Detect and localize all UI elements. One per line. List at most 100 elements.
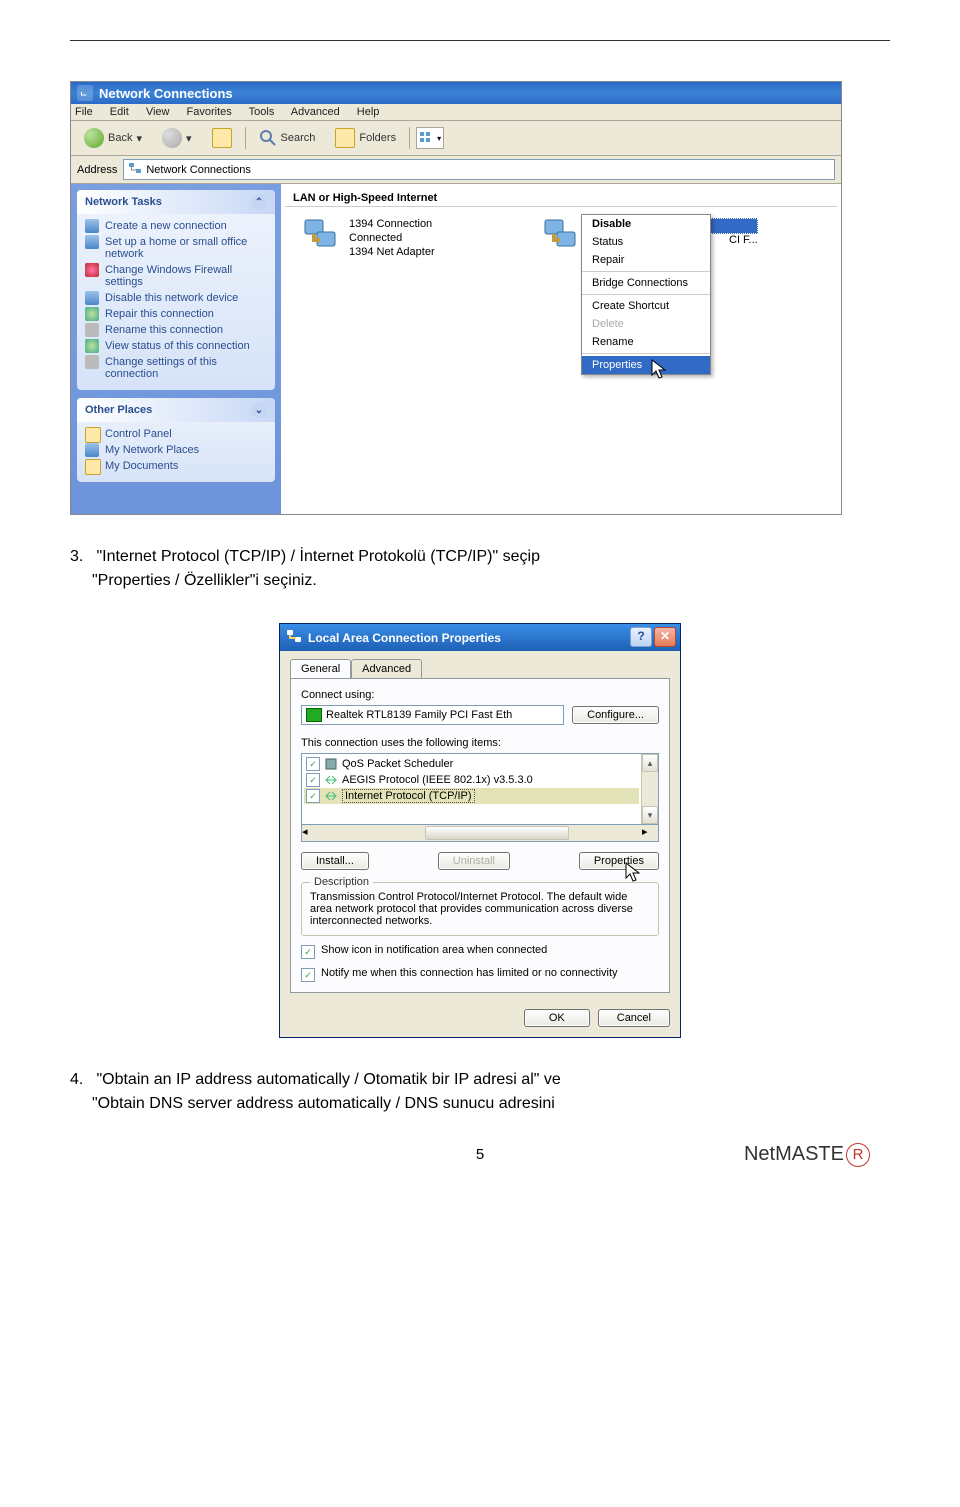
panel-title: Network Tasks xyxy=(85,196,162,208)
menu-favorites[interactable]: Favorites xyxy=(187,106,232,118)
tab-advanced[interactable]: Advanced xyxy=(351,659,422,678)
scroll-left-icon[interactable]: ◂ xyxy=(302,825,318,841)
list-item[interactable]: ✓ AEGIS Protocol (IEEE 802.1x) v3.5.3.0 xyxy=(304,772,639,788)
ok-button[interactable]: OK xyxy=(524,1009,590,1027)
folders-button[interactable]: Folders xyxy=(328,125,403,151)
task-create[interactable]: Create a new connection xyxy=(85,218,267,234)
settings-icon xyxy=(85,355,99,369)
link-control-panel[interactable]: Control Panel xyxy=(85,426,267,442)
collapse-icon[interactable]: ⌃ xyxy=(251,194,267,210)
network-places-icon xyxy=(85,443,99,457)
cancel-button[interactable]: Cancel xyxy=(598,1009,670,1027)
firewall-icon xyxy=(85,263,99,277)
properties-button[interactable]: Properties xyxy=(579,852,659,870)
vertical-scrollbar[interactable]: ▴ ▾ xyxy=(641,754,658,824)
window-title: Network Connections xyxy=(99,86,233,101)
network-folder-icon xyxy=(128,161,142,178)
up-button[interactable] xyxy=(205,125,239,151)
list-item-label: AEGIS Protocol (IEEE 802.1x) v3.5.3.0 xyxy=(342,774,533,786)
list-item-selected[interactable]: ✓ Internet Protocol (TCP/IP) xyxy=(304,788,639,804)
menu-shortcut[interactable]: Create Shortcut xyxy=(582,297,710,315)
scroll-thumb[interactable] xyxy=(425,826,569,840)
list-item[interactable]: ✓ QoS Packet Scheduler xyxy=(304,756,639,772)
scroll-right-icon[interactable]: ▸ xyxy=(642,825,658,841)
instruction-step-4: 4. "Obtain an IP address automatically /… xyxy=(70,1068,890,1116)
menu-tools[interactable]: Tools xyxy=(249,106,275,118)
uses-label: This connection uses the following items… xyxy=(301,737,659,749)
menu-rename[interactable]: Rename xyxy=(582,333,710,351)
views-button[interactable]: ▾ xyxy=(416,127,444,149)
list-item-label: QoS Packet Scheduler xyxy=(342,758,453,770)
tab-content: Connect using: Realtek RTL8139 Family PC… xyxy=(290,678,670,993)
task-firewall[interactable]: Change Windows Firewall settings xyxy=(85,262,267,290)
search-icon xyxy=(259,129,277,147)
menu-view[interactable]: View xyxy=(146,106,170,118)
panel-header[interactable]: Network Tasks ⌃ xyxy=(77,190,275,214)
address-field[interactable]: Network Connections xyxy=(123,159,835,180)
scroll-down-icon[interactable]: ▾ xyxy=(642,806,658,824)
services-listbox[interactable]: ✓ QoS Packet Scheduler ✓ AEGIS Protocol … xyxy=(301,753,659,825)
documents-icon xyxy=(85,459,101,475)
adapter-name: Realtek RTL8139 Family PCI Fast Eth xyxy=(326,709,512,721)
lan-properties-dialog: Local Area Connection Properties ? ✕ Gen… xyxy=(279,623,681,1038)
checkbox-icon[interactable]: ✓ xyxy=(306,773,320,787)
checkbox-icon[interactable]: ✓ xyxy=(306,789,320,803)
page-footer: 5 NetMASTER xyxy=(70,1146,890,1163)
menu-bar: File Edit View Favorites Tools Advanced … xyxy=(71,104,841,121)
menu-file[interactable]: File xyxy=(75,106,93,118)
checkbox-icon[interactable]: ✓ xyxy=(306,757,320,771)
tab-general[interactable]: General xyxy=(290,659,351,678)
task-change-settings[interactable]: Change settings of this connection xyxy=(85,354,267,382)
other-places-panel: Other Places ⌄ Control Panel My Network … xyxy=(77,398,275,482)
checkbox-icon[interactable]: ✓ xyxy=(301,945,315,959)
search-button[interactable]: Search xyxy=(252,126,323,150)
menu-help[interactable]: Help xyxy=(357,106,380,118)
page-number: 5 xyxy=(476,1146,484,1163)
menu-disable[interactable]: Disable xyxy=(582,215,710,233)
separator xyxy=(245,127,246,149)
checkbox-icon[interactable]: ✓ xyxy=(301,968,315,982)
address-bar: Address Network Connections xyxy=(71,156,841,184)
service-icon xyxy=(324,757,338,771)
connection-1394[interactable]: 1394 Connection Connected 1394 Net Adapt… xyxy=(301,218,435,260)
close-button[interactable]: ✕ xyxy=(654,627,676,647)
install-button[interactable]: Install... xyxy=(301,852,369,870)
uninstall-button: Uninstall xyxy=(438,852,510,870)
menu-repair[interactable]: Repair xyxy=(582,251,710,269)
configure-button[interactable]: Configure... xyxy=(572,706,659,724)
page-header-rule xyxy=(70,40,890,41)
connection-icon xyxy=(301,218,341,260)
forward-button[interactable]: ▾ xyxy=(155,125,199,151)
menu-advanced[interactable]: Advanced xyxy=(291,106,340,118)
task-disable[interactable]: Disable this network device xyxy=(85,290,267,306)
checkbox-row[interactable]: ✓ Show icon in notification area when co… xyxy=(301,944,659,959)
checkbox-row[interactable]: ✓ Notify me when this connection has lim… xyxy=(301,967,659,982)
connection-ellipsis: CI F... xyxy=(729,234,758,248)
link-network-places[interactable]: My Network Places xyxy=(85,442,267,458)
step-text-1: "Internet Protocol (TCP/IP) / İnternet P… xyxy=(96,548,540,565)
horizontal-scrollbar[interactable]: ◂ ▸ xyxy=(301,825,659,842)
task-status[interactable]: View status of this connection xyxy=(85,338,267,354)
task-rename[interactable]: Rename this connection xyxy=(85,322,267,338)
back-button[interactable]: Back ▾ xyxy=(77,125,149,151)
task-setup-home[interactable]: Set up a home or small office network xyxy=(85,234,267,262)
menu-bridge[interactable]: Bridge Connections xyxy=(582,274,710,292)
group-legend: Description xyxy=(310,876,373,888)
menu-edit[interactable]: Edit xyxy=(110,106,129,118)
search-label: Search xyxy=(281,132,316,144)
back-label: Back xyxy=(108,132,132,144)
checkbox-label: Notify me when this connection has limit… xyxy=(321,967,618,979)
brand-logo: NetMASTER xyxy=(744,1143,870,1167)
panel-header[interactable]: Other Places ⌄ xyxy=(77,398,275,422)
context-menu: Disable Status Repair Bridge Connections… xyxy=(581,214,711,375)
menu-properties[interactable]: Properties xyxy=(582,356,710,374)
step-text-2: "Properties / Özellikler"i seçiniz. xyxy=(92,572,317,589)
link-my-documents[interactable]: My Documents xyxy=(85,458,267,474)
scroll-up-icon[interactable]: ▴ xyxy=(642,754,658,772)
dialog-title: Local Area Connection Properties xyxy=(308,631,501,645)
back-arrow-icon xyxy=(84,128,104,148)
help-button[interactable]: ? xyxy=(630,627,652,647)
task-repair[interactable]: Repair this connection xyxy=(85,306,267,322)
collapse-icon[interactable]: ⌄ xyxy=(251,402,267,418)
menu-status[interactable]: Status xyxy=(582,233,710,251)
